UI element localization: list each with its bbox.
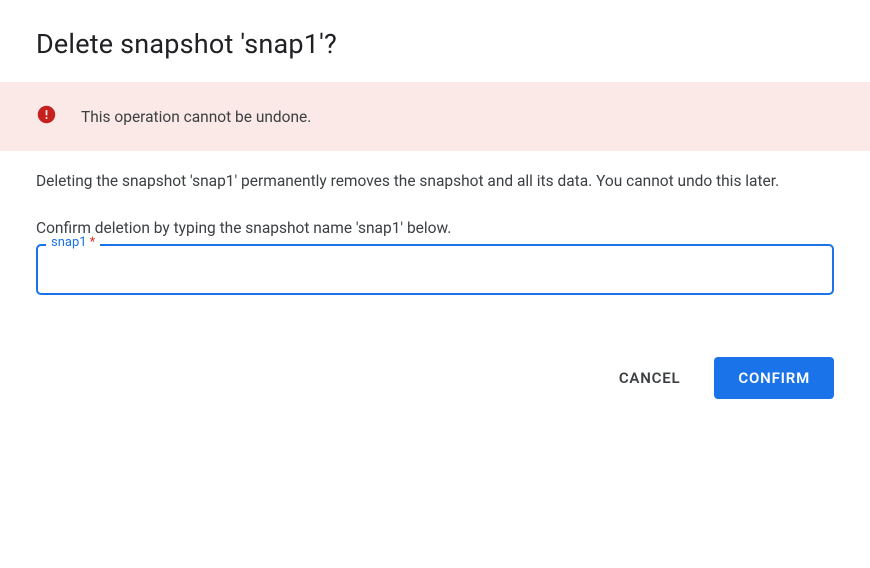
dialog-actions: Cancel Confirm: [0, 357, 870, 399]
confirm-name-input[interactable]: [36, 244, 834, 295]
dialog-description: Deleting the snapshot 'snap1' permanentl…: [36, 169, 834, 195]
error-icon: [36, 104, 57, 129]
field-label-text: snap1: [51, 235, 87, 250]
field-label: snap1 *: [46, 235, 100, 250]
confirm-name-field: snap1 *: [36, 244, 834, 295]
cancel-button[interactable]: Cancel: [597, 357, 703, 399]
required-marker: *: [90, 235, 96, 250]
confirm-button[interactable]: Confirm: [714, 357, 834, 399]
warning-text: This operation cannot be undone.: [81, 108, 311, 126]
dialog-title: Delete snapshot 'snap1'?: [0, 0, 870, 82]
warning-banner: This operation cannot be undone.: [0, 82, 870, 151]
dialog-body: Deleting the snapshot 'snap1' permanentl…: [0, 169, 870, 295]
dialog-instruction: Confirm deletion by typing the snapshot …: [36, 217, 834, 240]
delete-snapshot-dialog: Delete snapshot 'snap1'? This operation …: [0, 0, 870, 399]
